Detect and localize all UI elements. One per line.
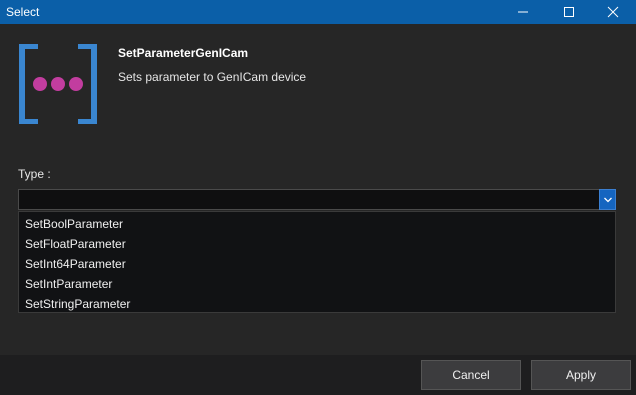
title-bar: Select xyxy=(0,0,636,24)
minimize-button[interactable] xyxy=(500,0,546,24)
dropdown-option[interactable]: SetIntParameter xyxy=(19,274,615,294)
type-dropdown-list: SetBoolParameter SetFloatParameter SetIn… xyxy=(18,211,616,313)
dropdown-button[interactable] xyxy=(599,189,616,210)
dropdown-option[interactable]: SetBoolParameter xyxy=(19,214,615,234)
apply-button[interactable]: Apply xyxy=(531,360,631,390)
cancel-button[interactable]: Cancel xyxy=(421,360,521,390)
dropdown-option[interactable]: SetInt64Parameter xyxy=(19,254,615,274)
minimize-icon xyxy=(518,11,528,13)
module-logo-icon xyxy=(19,44,97,124)
type-combobox[interactable] xyxy=(18,189,616,210)
dropdown-option[interactable]: SetFloatParameter xyxy=(19,234,615,254)
chevron-down-icon xyxy=(603,197,612,202)
module-name: SetParameterGenICam xyxy=(118,46,249,60)
dialog-content: SetParameterGenICam Sets parameter to Ge… xyxy=(0,24,636,355)
module-description: Sets parameter to GenICam device xyxy=(118,70,307,84)
close-icon xyxy=(607,6,619,18)
type-label: Type : xyxy=(18,167,51,181)
window-title: Select xyxy=(6,5,40,19)
maximize-button[interactable] xyxy=(546,0,592,24)
dialog-footer: Cancel Apply xyxy=(0,355,636,395)
maximize-icon xyxy=(564,7,574,17)
dropdown-option[interactable]: SetStringParameter xyxy=(19,294,615,314)
close-button[interactable] xyxy=(590,0,636,24)
